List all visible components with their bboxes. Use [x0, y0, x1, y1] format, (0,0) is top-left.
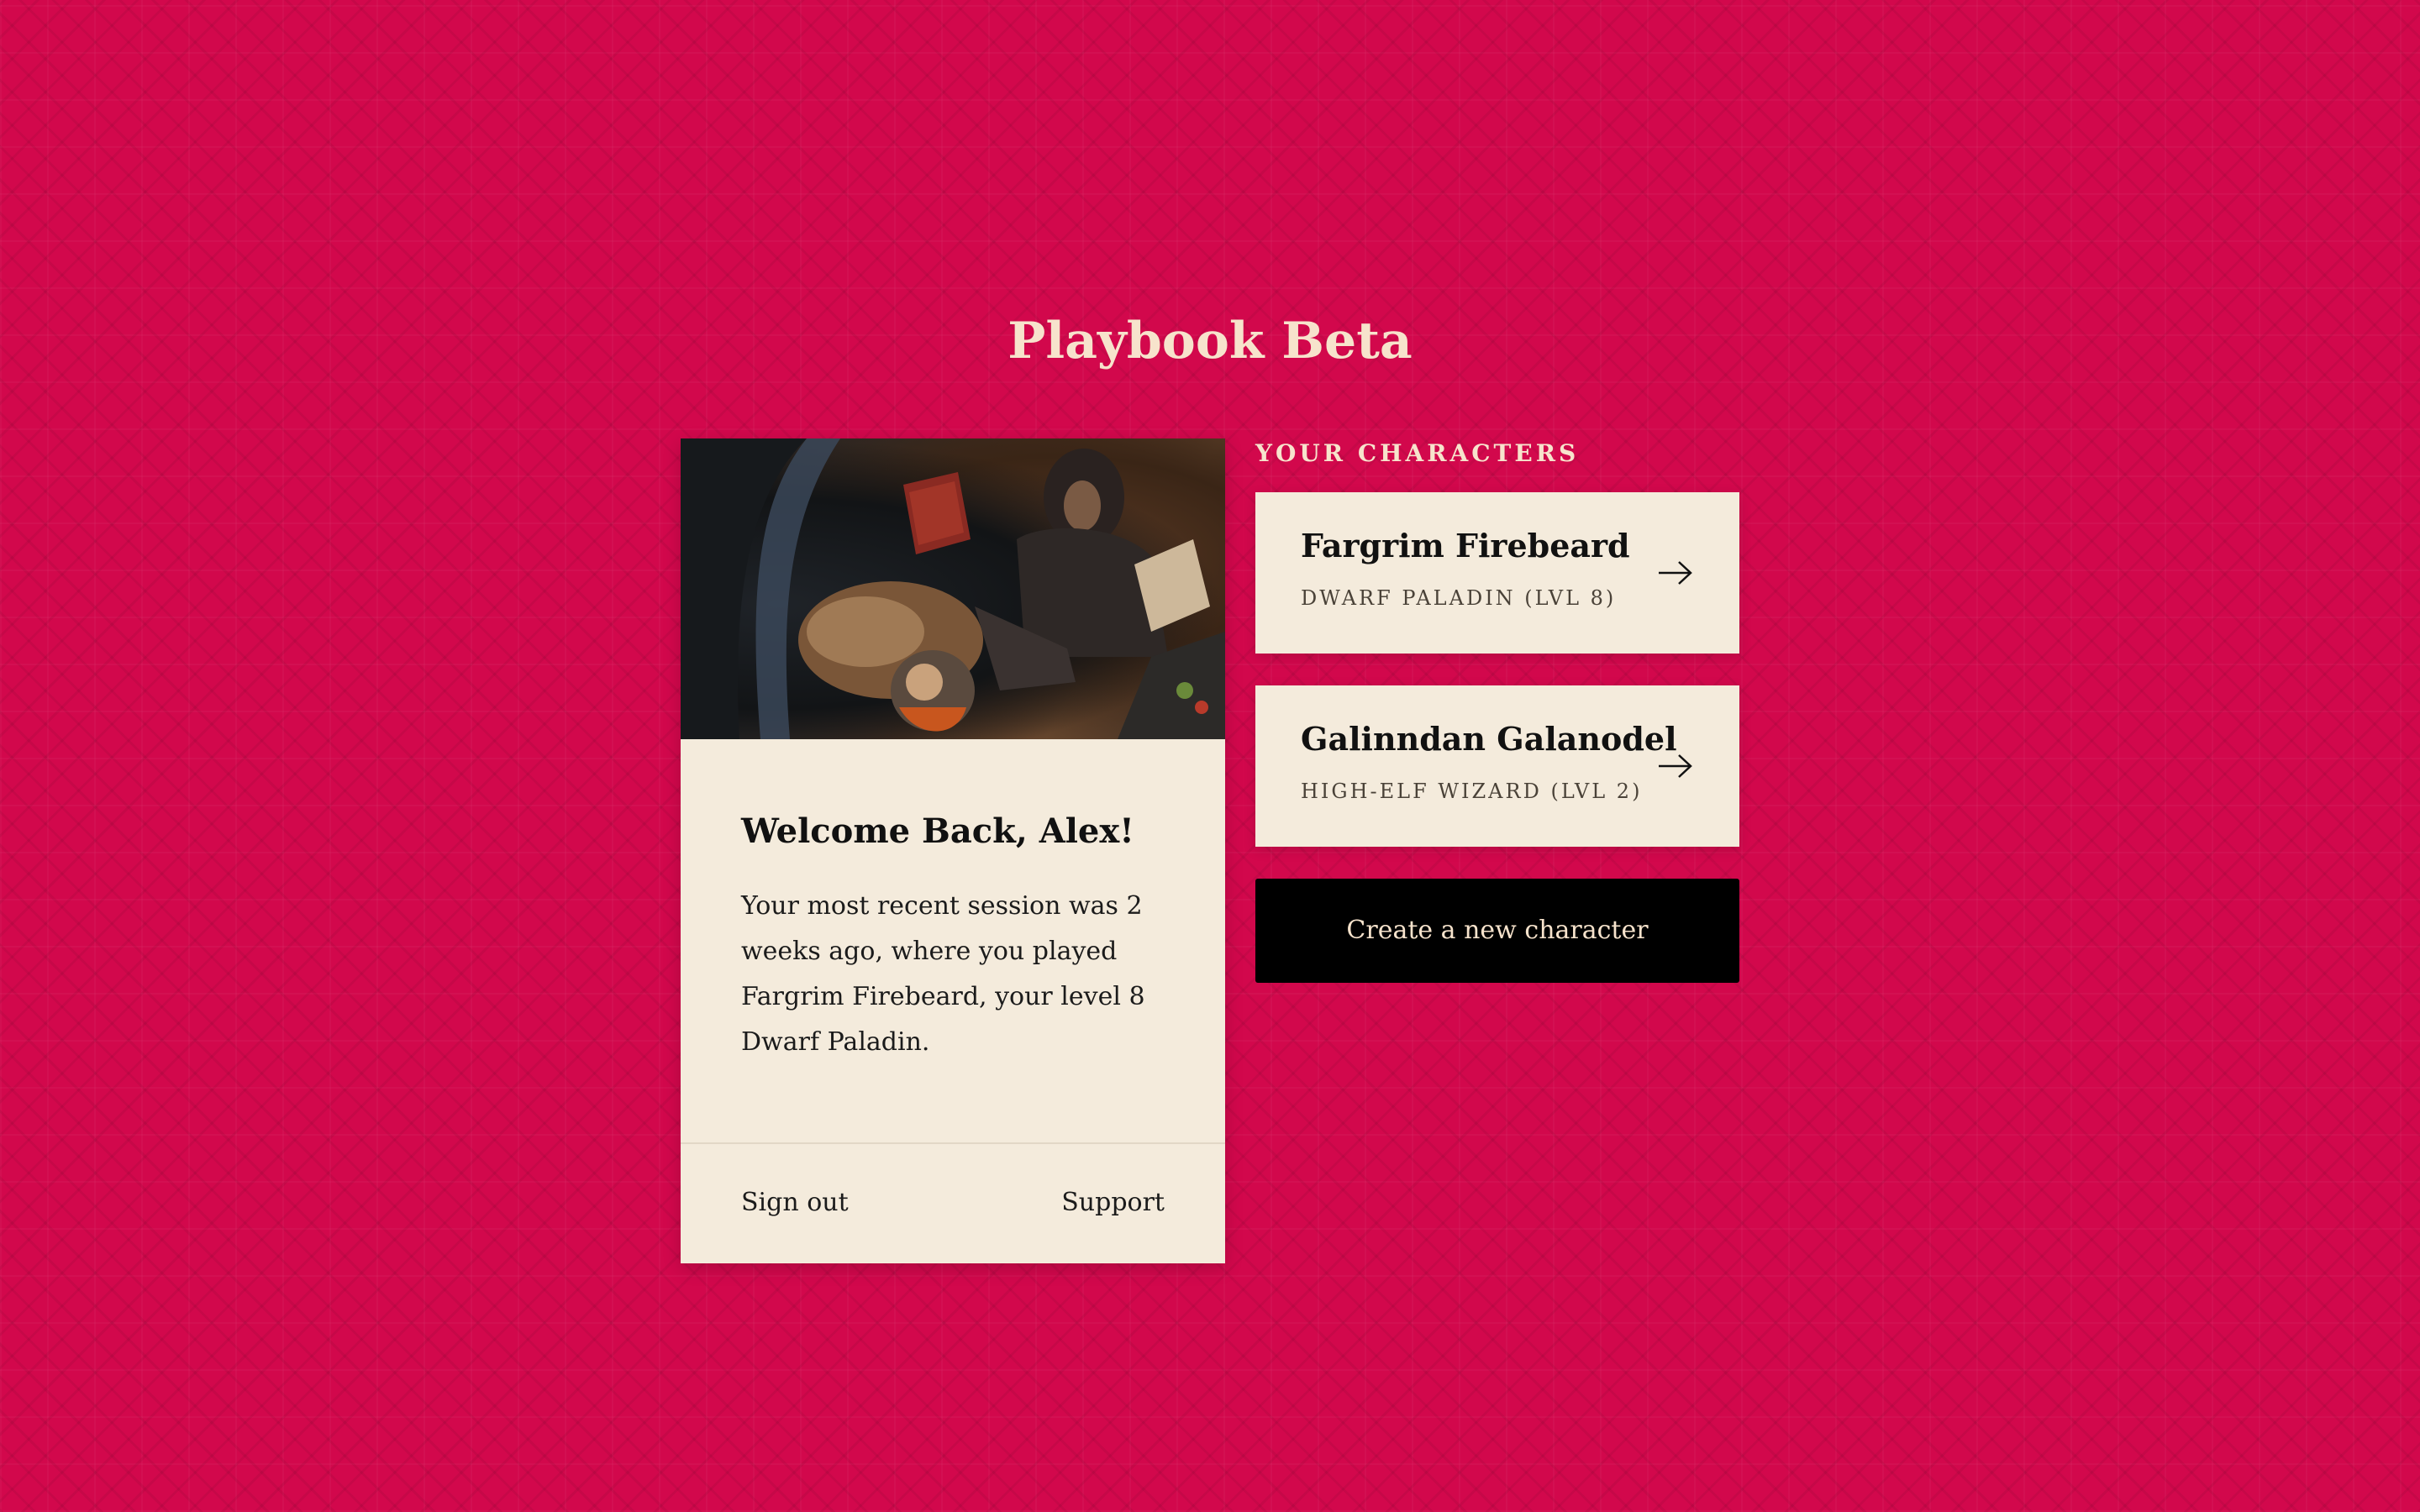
character-card-fargrim[interactable]: Fargrim Firebeard DWARF PALADIN (LVL 8) [1255, 492, 1739, 654]
sign-out-link[interactable]: Sign out [741, 1178, 849, 1228]
character-name: Fargrim Firebeard [1301, 527, 1630, 564]
welcome-heading: Welcome Back, Alex! [741, 811, 1134, 851]
card-artwork-image [681, 438, 1225, 739]
artwork-illustration [681, 438, 1225, 739]
character-name: Galinndan Galanodel [1301, 720, 1677, 758]
page-title: Playbook Beta [1007, 312, 1413, 370]
welcome-card-footer: Sign out Support [681, 1142, 1225, 1265]
arrow-right-icon [1659, 561, 1692, 585]
welcome-message: Your most recent session was 2 weeks ago… [741, 891, 1145, 1057]
character-card-galinndan[interactable]: Galinndan Galanodel HIGH-ELF WIZARD (LVL… [1255, 685, 1739, 847]
support-link[interactable]: Support [1061, 1178, 1165, 1228]
character-description: DWARF PALADIN (LVL 8) [1301, 586, 1617, 610]
create-character-button[interactable]: Create a new character [1255, 879, 1739, 983]
characters-section-label: YOUR CHARACTERS [1255, 439, 1580, 467]
character-description: HIGH-ELF WIZARD (LVL 2) [1301, 780, 1643, 803]
arrow-right-icon [1659, 754, 1692, 778]
welcome-card: Welcome Back, Alex! Your most recent ses… [681, 438, 1225, 1263]
